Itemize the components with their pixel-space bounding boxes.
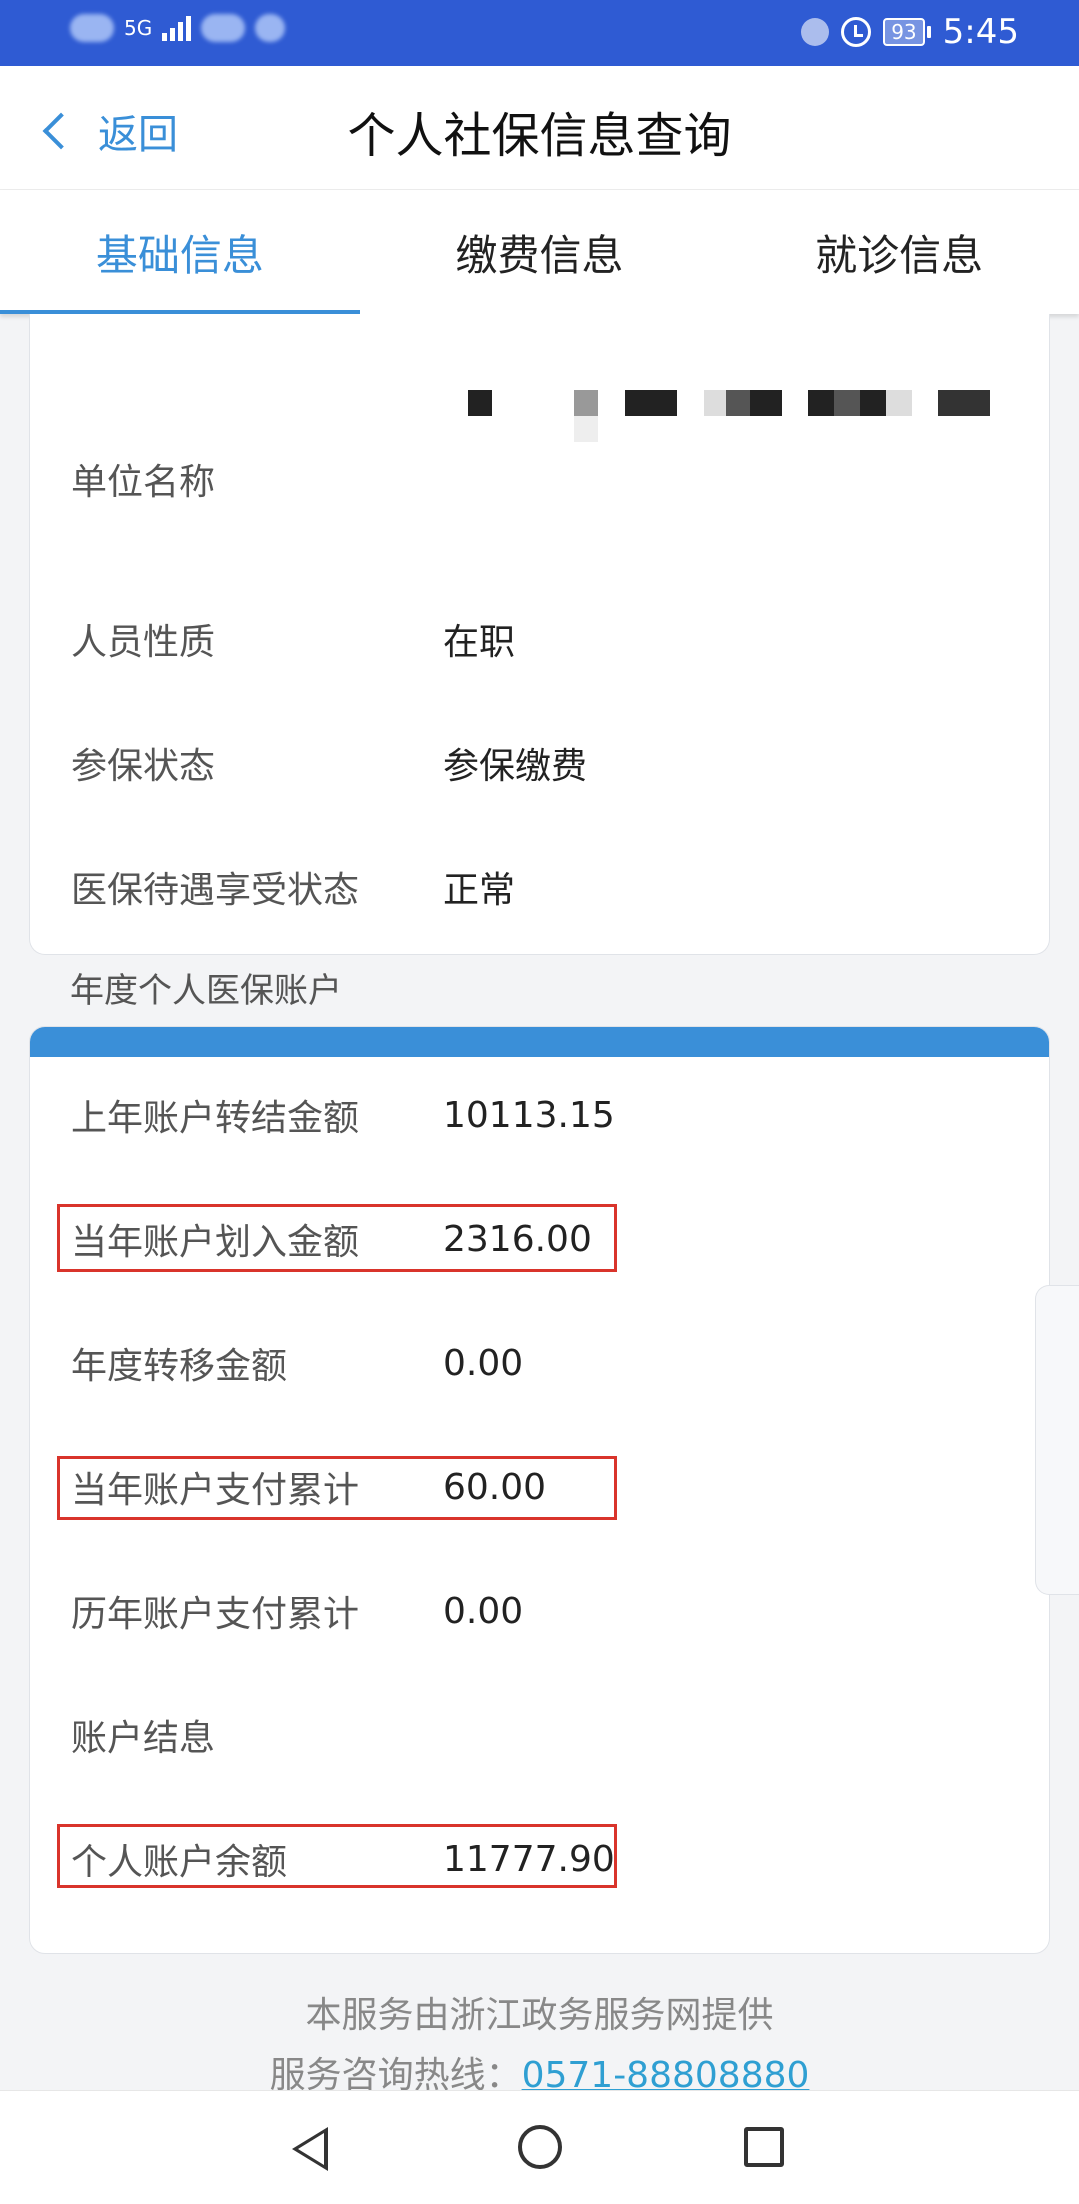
account-value: 0.00	[443, 1590, 524, 1632]
highlight-box	[57, 1824, 617, 1888]
account-label: 上年账户转结金额	[71, 1098, 360, 1139]
nav-home-icon[interactable]	[518, 2125, 562, 2169]
app-header: 返回 个人社保信息查询	[0, 66, 1079, 190]
signal-icon	[162, 15, 192, 41]
tab-medical-visit-info[interactable]: 就诊信息	[719, 190, 1079, 314]
alarm-icon	[841, 17, 872, 47]
account-label: 账户结息	[71, 1718, 216, 1759]
tab-basic-info[interactable]: 基础信息	[0, 190, 360, 314]
account-row: 上年账户转结金额 10113.15	[71, 1085, 1029, 1145]
tab-payment-info[interactable]: 缴费信息	[360, 190, 720, 314]
info-value: 在职	[443, 622, 516, 663]
mute-icon	[801, 18, 830, 46]
account-row: 账户结息	[71, 1705, 1029, 1765]
account-row: 历年账户支付累计 0.00	[71, 1581, 1029, 1641]
system-nav-bar	[0, 2090, 1079, 2204]
battery-level: 93	[883, 18, 925, 46]
side-drawer-handle[interactable]	[1035, 1285, 1079, 1595]
info-row-insurance-status: 参保状态 参保缴费	[71, 733, 1029, 793]
page-title: 个人社保信息查询	[347, 108, 732, 164]
status-notification-icon	[201, 14, 246, 42]
account-value: 10113.15	[443, 1094, 615, 1136]
status-left: 5G	[70, 14, 286, 42]
info-row-benefit-status: 医保待遇享受状态 正常	[71, 857, 1029, 917]
status-notification-icon	[255, 14, 286, 42]
nav-back-icon[interactable]	[292, 2127, 328, 2171]
account-value: 0.00	[443, 1342, 524, 1384]
status-right: 93 5:45	[801, 12, 1019, 52]
nav-recent-icon[interactable]	[744, 2127, 784, 2167]
tab-bar: 基础信息 缴费信息 就诊信息	[0, 190, 1079, 314]
info-row-person-type: 人员性质 在职	[71, 609, 1029, 669]
account-label: 历年账户支付累计	[71, 1594, 360, 1635]
status-bar: 5G 93 5:45	[0, 0, 1079, 66]
info-label: 人员性质	[71, 622, 216, 663]
status-app-icon	[70, 14, 114, 42]
info-label: 参保状态	[71, 746, 216, 787]
card-header-bar	[30, 1027, 1049, 1057]
info-label: 单位名称	[71, 462, 216, 503]
info-value: 正常	[443, 870, 516, 911]
info-value: 参保缴费	[443, 746, 588, 787]
info-label: 医保待遇享受状态	[71, 870, 360, 911]
footer-provider: 本服务由浙江政务服务网提供	[305, 1995, 774, 2036]
highlight-box	[57, 1204, 617, 1272]
info-row-employer: 单位名称	[71, 449, 1029, 509]
battery-icon: 93	[883, 18, 931, 46]
account-label: 年度转移金额	[71, 1346, 288, 1387]
clock: 5:45	[942, 12, 1019, 52]
highlight-box	[57, 1456, 617, 1520]
account-section-label: 年度个人医保账户	[70, 971, 342, 1011]
account-row: 年度转移金额 0.00	[71, 1333, 1029, 1393]
network-type: 5G	[124, 16, 153, 40]
